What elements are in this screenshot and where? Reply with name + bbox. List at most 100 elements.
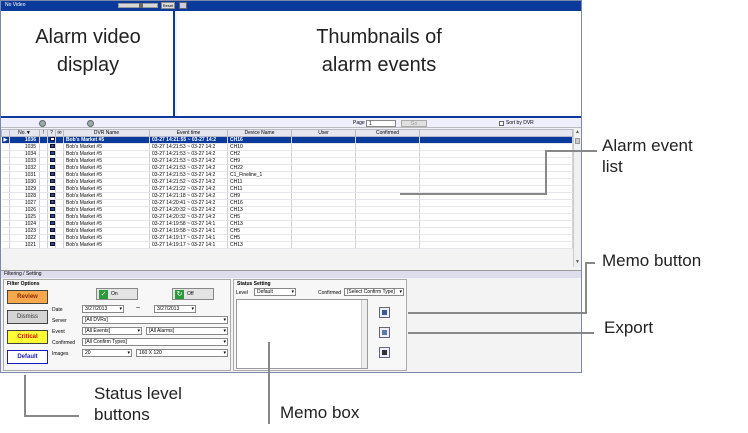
memo-icon: [382, 310, 387, 315]
table-row[interactable]: 1025 Bob's Market #5 03-27 14:20:32 ~ 03-2…: [1, 213, 573, 221]
scroll-up-icon[interactable]: ▲: [575, 129, 580, 135]
sort-by-dvr-checkbox[interactable]: Sort by DVR: [499, 120, 534, 126]
cell-user: [291, 178, 356, 186]
cell-event-time: 03-27 14:20:41 ~ 03-27 14:2: [149, 199, 228, 207]
cell-no: 1032: [9, 164, 40, 172]
filtering-header[interactable]: Filtering / Setting: [1, 270, 581, 278]
col-event-time[interactable]: Event time: [149, 129, 228, 137]
cell-confirmed: [355, 241, 420, 249]
alarm-select[interactable]: [All Alarms]: [146, 327, 228, 335]
volume-slider[interactable]: [118, 3, 158, 8]
reset-button[interactable]: Reset: [161, 2, 175, 9]
date-from-picker[interactable]: 3/27/2013: [82, 305, 124, 313]
cell-memo: [55, 164, 64, 172]
callout-text: Status level: [94, 384, 182, 403]
camera-event-icon: [50, 221, 55, 225]
cell-alert: [39, 136, 48, 144]
table-row[interactable]: 1031 Bob's Market #5 03-27 14:21:53 ~ 03-2…: [1, 171, 573, 179]
table-row[interactable]: 1035 Bob's Market #5 03-27 14:21:53 ~ 03-2…: [1, 143, 573, 151]
scroll-down-icon[interactable]: ▼: [575, 259, 580, 265]
go-button[interactable]: Go: [401, 120, 427, 127]
row-indicator: [1, 199, 10, 207]
cell-device-name: CH9: [227, 192, 292, 200]
cell-filler: [419, 206, 573, 214]
prev-circle-icon[interactable]: [39, 120, 46, 127]
cell-user: [291, 220, 356, 228]
cell-alert: [39, 171, 48, 179]
memo-box[interactable]: [236, 299, 368, 369]
critical-button[interactable]: Critical: [7, 330, 48, 344]
cell-no: 1036: [9, 136, 40, 144]
scroll-thumb[interactable]: [575, 138, 580, 144]
event-icon: [47, 150, 56, 158]
table-row[interactable]: 1030 Bob's Market #5 03-27 14:21:52 ~ 03-2…: [1, 178, 573, 186]
on-button[interactable]: ✓ On: [96, 288, 138, 300]
server-select[interactable]: [All DVRs]: [82, 316, 228, 324]
date-to-picker[interactable]: 3/27/2013: [154, 305, 196, 313]
table-row[interactable]: 1029 Bob's Market #5 03-27 14:21:22 ~ 03-2…: [1, 185, 573, 193]
page-select[interactable]: 1: [366, 120, 396, 127]
cell-confirmed: [355, 136, 420, 144]
cell-dvr-name: Bob's Market #5: [63, 136, 150, 144]
col-user[interactable]: User: [291, 129, 356, 137]
level-select[interactable]: Default: [254, 288, 296, 296]
cell-no: 1035: [9, 143, 40, 151]
table-row[interactable]: 1032 Bob's Market #5 03-27 14:21:53 ~ 03-2…: [1, 164, 573, 172]
col-dvr-name[interactable]: DVR Name: [63, 129, 150, 137]
server-label: Server: [52, 318, 67, 324]
event-icon: [47, 171, 56, 179]
row-indicator: [1, 178, 10, 186]
default-button[interactable]: Default: [7, 350, 48, 364]
date-separator: ~: [136, 305, 141, 312]
layout-icon[interactable]: [179, 2, 187, 9]
checkbox-box[interactable]: [499, 120, 504, 126]
table-row[interactable]: ▶ 1036 Bob's Market #5 03-27 14:21:55 ~ 03-…: [1, 136, 573, 144]
cell-event-time: 03-27 14:21:53 ~ 03-27 14:2: [149, 143, 228, 151]
col-no[interactable]: No.▼: [9, 129, 40, 137]
export-button[interactable]: [379, 327, 390, 338]
table-row[interactable]: 1023 Bob's Market #5 03-27 14:19:58 ~ 03-2…: [1, 227, 573, 235]
dismiss-button[interactable]: Dismiss: [7, 310, 48, 324]
col-memo[interactable]: ✉: [55, 129, 64, 137]
alarm-monitor-window: No Video Reset Alarm video display Thumb…: [0, 0, 582, 373]
callout-text: Alarm event: [602, 136, 693, 155]
table-row[interactable]: 1026 Bob's Market #5 03-27 14:20:32 ~ 03-2…: [1, 206, 573, 214]
images-count-select[interactable]: 20: [82, 349, 132, 357]
confirmed-select[interactable]: [All Confirm Types]: [82, 338, 228, 346]
col-confirmed[interactable]: Confirmed: [355, 129, 420, 137]
cell-filler: [419, 213, 573, 221]
col-device-name[interactable]: Device Name: [227, 129, 292, 137]
memo-button[interactable]: [379, 307, 390, 318]
filter-options-group: Filter Options Review Dismiss Critical D…: [3, 279, 231, 371]
col-query[interactable]: ?: [47, 129, 56, 137]
callout-line: [408, 332, 594, 334]
slider-knob[interactable]: [139, 3, 143, 8]
cell-alert: [39, 178, 48, 186]
save-button[interactable]: [379, 347, 390, 358]
event-icon: [47, 143, 56, 151]
date-label: Date: [52, 307, 63, 313]
callout-line: [24, 375, 26, 417]
table-row[interactable]: 1021 Bob's Market #5 03-27 14:19:17 ~ 03-2…: [1, 241, 573, 249]
table-row[interactable]: 1027 Bob's Market #5 03-27 14:20:41 ~ 03-2…: [1, 199, 573, 207]
table-row[interactable]: 1034 Bob's Market #5 03-27 14:21:53 ~ 03-2…: [1, 150, 573, 158]
cell-user: [291, 136, 356, 144]
off-button[interactable]: ↻ Off: [172, 288, 214, 300]
next-circle-icon[interactable]: [87, 120, 94, 127]
cell-filler: [419, 234, 573, 242]
col-alert[interactable]: !: [39, 129, 48, 137]
cell-dvr-name: Bob's Market #5: [63, 206, 150, 214]
images-size-select[interactable]: 160 X 120: [136, 349, 228, 357]
callout-line: [585, 262, 587, 314]
cell-dvr-name: Bob's Market #5: [63, 143, 150, 151]
review-button[interactable]: Review: [7, 290, 48, 304]
cell-device-name: CH10: [227, 143, 292, 151]
camera-event-icon: [50, 214, 55, 218]
table-row[interactable]: 1024 Bob's Market #5 03-27 14:19:58 ~ 03-2…: [1, 220, 573, 228]
memo-scrollbar[interactable]: [361, 300, 367, 368]
event-icon: [47, 241, 56, 249]
table-row[interactable]: 1033 Bob's Market #5 03-27 14:21:53 ~ 03-2…: [1, 157, 573, 165]
confirm-type-select[interactable]: [Select Confirm Type]: [344, 288, 404, 296]
event-select[interactable]: [All Events]: [82, 327, 142, 335]
table-row[interactable]: 1022 Bob's Market #5 03-27 14:19:17 ~ 03-2…: [1, 234, 573, 242]
